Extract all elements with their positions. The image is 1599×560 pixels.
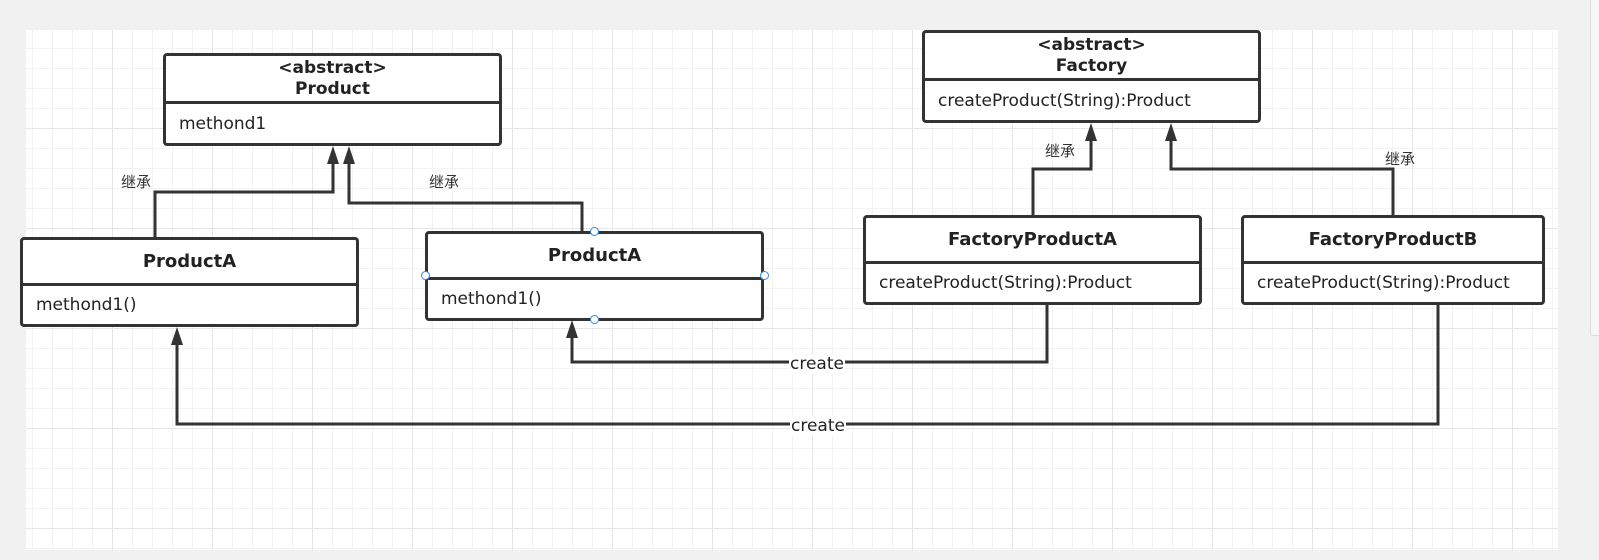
selection-handle-right[interactable] <box>760 271 769 280</box>
class-factory-product-b[interactable]: FactoryProductB createProduct(String):Pr… <box>1241 215 1545 305</box>
class-product[interactable]: <abstract> Product methond1 <box>163 53 502 146</box>
selection-handle-bottom[interactable] <box>590 315 599 324</box>
class-header: <abstract> Factory <box>925 33 1258 81</box>
selection-handle-top[interactable] <box>590 227 599 236</box>
class-header: ProductA <box>23 240 356 286</box>
stereotype-label: <abstract> <box>1037 34 1146 55</box>
inherit-label: 继承 <box>1045 142 1076 160</box>
create-arrowhead <box>171 327 183 345</box>
class-member: createProduct(String):Product <box>1257 273 1510 293</box>
inherit-edge-product-a-right[interactable] <box>347 162 584 232</box>
class-name: FactoryProductA <box>948 229 1117 250</box>
class-header: FactoryProductB <box>1244 218 1542 264</box>
inherit-edge-factory-product-b[interactable] <box>1169 139 1395 216</box>
class-member: createProduct(String):Product <box>938 90 1191 111</box>
class-factory-product-a[interactable]: FactoryProductA createProduct(String):Pr… <box>863 215 1202 305</box>
class-member: methond1 <box>179 113 267 134</box>
class-name: FactoryProductB <box>1308 229 1478 250</box>
create-label: create <box>789 354 845 374</box>
class-member: createProduct(String):Product <box>879 273 1132 293</box>
inherit-edge-product-a-left[interactable] <box>153 162 335 238</box>
class-name: Product <box>295 78 370 99</box>
class-member: methond1() <box>36 295 137 315</box>
inherit-label: 继承 <box>1385 150 1416 168</box>
inherit-label: 继承 <box>121 173 152 191</box>
inherit-arrowhead <box>1085 123 1097 141</box>
inherit-arrowhead <box>1165 123 1177 141</box>
class-name: ProductA <box>142 251 237 272</box>
inherit-arrowhead <box>327 146 339 164</box>
class-header: ProductA <box>428 234 761 280</box>
class-header: FactoryProductA <box>866 218 1199 264</box>
class-product-a-left[interactable]: ProductA methond1() <box>20 237 359 327</box>
class-member: methond1() <box>441 289 542 309</box>
class-factory[interactable]: <abstract> Factory createProduct(String)… <box>922 30 1261 123</box>
class-header: <abstract> Product <box>166 56 499 104</box>
class-name: Factory <box>1055 55 1128 76</box>
class-product-a-right[interactable]: ProductA methond1() <box>425 231 764 321</box>
inherit-arrowhead <box>343 146 355 164</box>
stereotype-label: <abstract> <box>278 57 387 78</box>
create-arrowhead <box>566 320 578 338</box>
create-label: create <box>790 416 846 436</box>
class-name: ProductA <box>547 245 642 266</box>
inherit-label: 继承 <box>429 173 460 191</box>
selection-handle-left[interactable] <box>421 271 430 280</box>
